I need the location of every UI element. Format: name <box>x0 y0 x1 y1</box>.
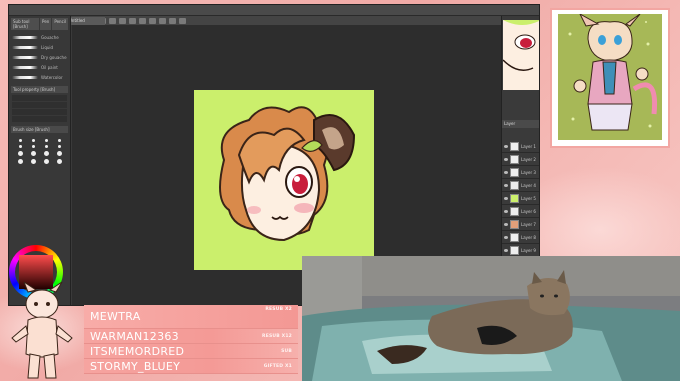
redo-icon[interactable] <box>109 17 116 24</box>
property-slider[interactable] <box>12 109 67 115</box>
brush-icon <box>12 56 38 59</box>
eye-icon[interactable] <box>504 183 508 187</box>
brush-item[interactable]: Dry gouache <box>12 53 67 62</box>
ruler-icon[interactable] <box>179 17 186 24</box>
property-slider[interactable] <box>12 95 67 101</box>
fill-icon[interactable] <box>129 17 136 24</box>
webcam-feed <box>302 256 680 381</box>
layer-row[interactable]: Layer 5 <box>502 192 539 205</box>
size-dot[interactable] <box>56 159 62 164</box>
brush-item[interactable]: Watercolor <box>12 73 67 82</box>
size-dot[interactable] <box>31 139 35 142</box>
brush-icon <box>12 66 38 69</box>
mascot-figure <box>11 280 73 379</box>
size-dot[interactable] <box>44 139 48 142</box>
brush-item[interactable]: Liquid <box>12 43 67 52</box>
layer-thumbnail <box>510 154 519 164</box>
layer-thumbnail <box>510 180 519 190</box>
eye-icon[interactable] <box>504 144 508 148</box>
menu-bar[interactable] <box>9 5 539 16</box>
layer-row[interactable]: Layer 7 <box>502 218 539 231</box>
navigator-thumbnail <box>503 20 539 90</box>
size-dot[interactable] <box>57 139 61 142</box>
layer-thumbnail <box>510 141 519 151</box>
size-dot[interactable] <box>30 151 36 156</box>
size-dot[interactable] <box>56 151 62 156</box>
event-row: MEWTRA RESUB X2 <box>84 305 298 329</box>
layer-row[interactable]: Layer 6 <box>502 205 539 218</box>
artboard[interactable] <box>194 90 374 270</box>
tool-property-header: Tool property [Brush] <box>11 86 68 93</box>
layer-thumbnail <box>510 245 519 255</box>
eye-icon[interactable] <box>504 196 508 200</box>
deselect-icon[interactable] <box>159 17 166 24</box>
size-dot[interactable] <box>30 159 36 164</box>
size-dot[interactable] <box>31 145 35 148</box>
layer-thumbnail <box>510 206 519 216</box>
reference-art <box>558 14 662 140</box>
layer-thumbnail <box>510 193 519 203</box>
clear-icon[interactable] <box>119 17 126 24</box>
event-row: ITSMEMORDRED SUB <box>84 344 298 359</box>
layer-row[interactable]: Layer 8 <box>502 231 539 244</box>
event-type: RESUB X2 <box>265 307 292 312</box>
select-all-icon[interactable] <box>149 17 156 24</box>
event-type: RESUB X12 <box>262 333 292 339</box>
size-dot[interactable] <box>44 145 48 148</box>
snap-icon[interactable] <box>169 17 176 24</box>
layer-row[interactable]: Layer 3 <box>502 166 539 179</box>
event-username: MEWTRA <box>90 310 141 323</box>
eye-icon[interactable] <box>504 235 508 239</box>
size-dot[interactable] <box>43 151 49 156</box>
pen-tab[interactable]: Pen <box>40 18 52 30</box>
event-username: STORMY_BLUEY <box>90 359 181 373</box>
event-row: WARMAN12363 RESUB X12 <box>84 329 298 344</box>
pencil-tab[interactable]: Pencil <box>52 18 68 30</box>
character-illustration <box>219 106 356 242</box>
layer-panel-header: Layer <box>502 120 539 128</box>
recent-events-list: MEWTRA RESUB X2 WARMAN12363 RESUB X12 IT… <box>84 305 298 379</box>
transform-icon[interactable] <box>139 17 146 24</box>
brush-icon <box>12 46 38 49</box>
navigator-preview[interactable] <box>503 20 539 90</box>
streamer-mascot <box>6 280 78 381</box>
event-username: ITSMEMORDRED <box>90 344 185 358</box>
subtool-tab[interactable]: Sub tool [Brush] <box>11 18 40 30</box>
eye-icon[interactable] <box>504 157 508 161</box>
layer-thumbnail <box>510 219 519 229</box>
property-slider[interactable] <box>12 116 67 122</box>
size-dot[interactable] <box>18 145 22 148</box>
eye-icon[interactable] <box>504 170 508 174</box>
brush-icon <box>12 76 38 79</box>
brush-item[interactable]: Gouache <box>12 33 67 42</box>
eye-icon[interactable] <box>504 209 508 213</box>
webcam-cat-scene <box>302 256 680 381</box>
brush-icon <box>12 36 38 39</box>
layer-thumbnail <box>510 167 519 177</box>
layer-row[interactable]: Layer 4 <box>502 179 539 192</box>
reference-character <box>568 14 658 131</box>
size-dot[interactable] <box>17 151 23 156</box>
document-tab[interactable]: Untitled <box>67 17 105 25</box>
property-slider[interactable] <box>12 102 67 108</box>
event-row: STORMY_BLUEY GIFTED X1 <box>84 359 298 374</box>
size-dot[interactable] <box>57 145 61 148</box>
layer-row[interactable]: Layer 2 <box>502 153 539 166</box>
layer-list: Layer 1 Layer 2 Layer 3 Layer 4 Layer 5 … <box>502 140 539 257</box>
eye-icon[interactable] <box>504 222 508 226</box>
size-dot[interactable] <box>17 159 23 164</box>
size-dot[interactable] <box>18 139 22 142</box>
event-type: GIFTED X1 <box>263 363 292 369</box>
layer-row[interactable]: Layer 1 <box>502 140 539 153</box>
size-dot[interactable] <box>43 159 49 164</box>
event-username: WARMAN12363 <box>90 329 179 343</box>
brush-size-header: Brush size [Brush] <box>11 126 68 133</box>
brush-item[interactable]: Oil paint <box>12 63 67 72</box>
reference-art-frame <box>550 8 670 148</box>
eye-icon[interactable] <box>504 248 508 252</box>
brush-size-palette <box>9 135 70 168</box>
event-type: SUB <box>281 348 292 354</box>
layer-thumbnail <box>510 232 519 242</box>
